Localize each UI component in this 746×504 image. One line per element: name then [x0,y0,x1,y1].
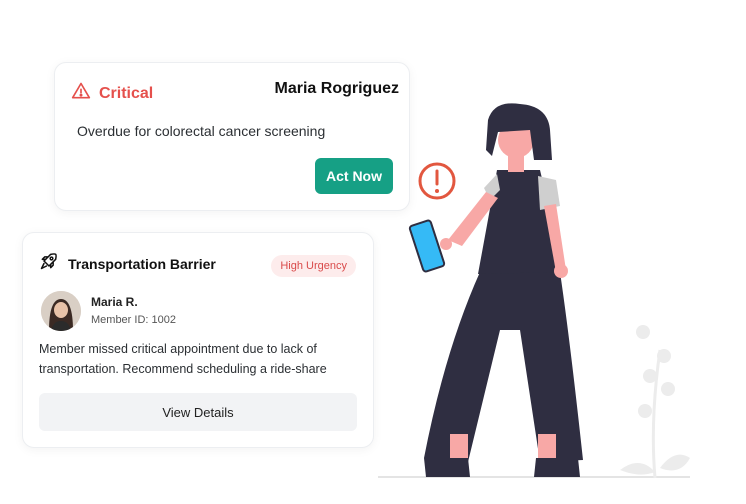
member-name: Maria R. [91,295,138,309]
view-details-button[interactable]: View Details [39,393,357,431]
urgency-badge: High Urgency [271,255,356,277]
alert-circle-icon [418,162,456,200]
transport-header: Transportation Barrier [39,251,216,276]
avatar [41,291,81,331]
act-now-button[interactable]: Act Now [315,158,393,194]
rocket-icon [39,251,59,276]
critical-alert-card: Critical Maria Rogriguez Overdue for col… [54,62,410,211]
critical-label: Critical [99,84,154,102]
alert-triangle-icon [71,81,91,106]
critical-header: Critical [71,81,153,106]
member-id: Member ID: 1002 [91,314,176,326]
patient-name: Maria Rogriguez [274,80,399,97]
transportation-barrier-card: Transportation Barrier High Urgency Mari… [22,232,374,448]
critical-description: Overdue for colorectal cancer screening [77,123,326,139]
phone-icon [408,219,446,273]
plant [620,325,690,479]
transport-title: Transportation Barrier [68,255,216,272]
transport-description: Member missed critical appointment due t… [39,342,327,376]
